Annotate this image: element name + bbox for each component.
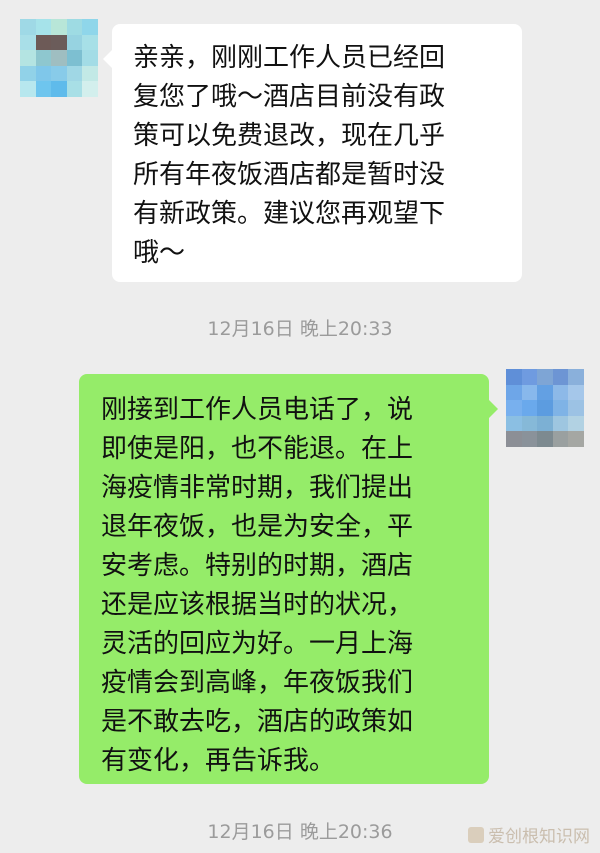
avatar-pixel bbox=[82, 50, 98, 66]
avatar-pixel bbox=[20, 50, 36, 66]
watermark-text: 爱创根知识网 bbox=[488, 827, 590, 847]
avatar-pixel bbox=[20, 34, 36, 51]
avatar-pixel bbox=[521, 384, 538, 401]
avatar-pixel bbox=[521, 369, 538, 385]
avatar-pixel bbox=[537, 384, 553, 401]
avatar-pixel bbox=[82, 19, 98, 35]
my-avatar[interactable] bbox=[506, 369, 584, 447]
avatar-pixel bbox=[537, 431, 553, 447]
avatar-pixel bbox=[552, 400, 569, 416]
avatar-pixel bbox=[35, 19, 52, 35]
avatar-pixel bbox=[35, 50, 52, 66]
message-bubble-sent[interactable]: 刚接到工作人员电话了，说 即使是阳，也不能退。在上 海疫情非常时期，我们提出 退… bbox=[79, 374, 498, 784]
avatar-pixel bbox=[51, 50, 67, 66]
avatar-pixel bbox=[506, 384, 522, 401]
avatar-pixel bbox=[20, 19, 36, 35]
avatar-pixel bbox=[51, 81, 67, 97]
avatar-pixel bbox=[521, 415, 538, 432]
contact-avatar[interactable] bbox=[20, 19, 98, 97]
avatar-pixel bbox=[537, 400, 553, 416]
avatar-pixel bbox=[35, 81, 52, 97]
avatar-pixel bbox=[552, 415, 569, 432]
avatar-pixel bbox=[66, 65, 83, 82]
avatar-pixel bbox=[66, 19, 83, 35]
avatar-pixel bbox=[51, 19, 67, 35]
avatar-pixel bbox=[35, 34, 52, 51]
avatar-pixel bbox=[506, 415, 522, 432]
avatar-pixel bbox=[66, 81, 83, 97]
avatar-pixel bbox=[568, 415, 584, 432]
message-bubble-received[interactable]: 亲亲，刚刚工作人员已经回 复您了哦～酒店目前没有政 策可以免费退改，现在几乎 所… bbox=[103, 24, 522, 282]
avatar-pixel bbox=[82, 81, 98, 97]
avatar-pixel bbox=[506, 369, 522, 385]
avatar-pixel bbox=[568, 431, 584, 447]
avatar-pixel bbox=[51, 65, 67, 82]
avatar-pixel bbox=[51, 34, 67, 51]
avatar-pixel bbox=[82, 34, 98, 51]
avatar-pixel bbox=[20, 81, 36, 97]
avatar-pixel bbox=[82, 65, 98, 82]
avatar-pixel bbox=[521, 400, 538, 416]
avatar-pixel bbox=[568, 369, 584, 385]
avatar-pixel bbox=[35, 65, 52, 82]
avatar-pixel bbox=[552, 369, 569, 385]
avatar-pixel bbox=[568, 384, 584, 401]
avatar-pixel bbox=[552, 384, 569, 401]
avatar-pixel bbox=[20, 65, 36, 82]
avatar-pixel bbox=[66, 50, 83, 66]
avatar-pixel bbox=[537, 369, 553, 385]
avatar-pixel bbox=[506, 431, 522, 447]
avatar-pixel bbox=[521, 431, 538, 447]
avatar-pixel bbox=[506, 400, 522, 416]
watermark-logo-icon bbox=[468, 826, 484, 843]
watermark: 爱创根知识网 bbox=[468, 822, 590, 847]
avatar-pixel bbox=[552, 431, 569, 447]
avatar-pixel bbox=[66, 34, 83, 51]
avatar-pixel bbox=[568, 400, 584, 416]
message-timestamp: 12月16日 晚上20:33 bbox=[207, 318, 393, 340]
avatar-pixel bbox=[537, 415, 553, 432]
